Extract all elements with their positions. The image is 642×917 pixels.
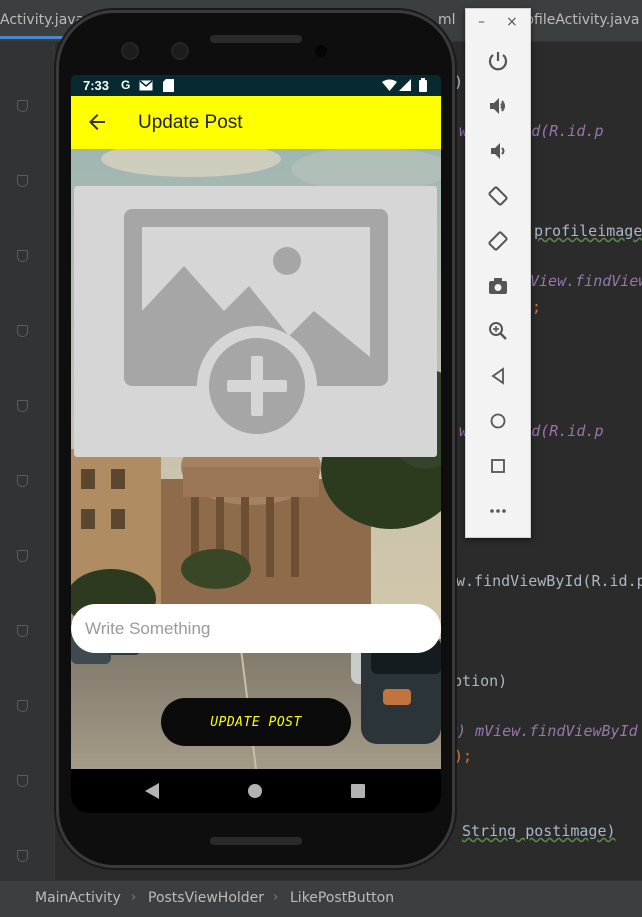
- screenshot-button[interactable]: [486, 274, 510, 298]
- home-button[interactable]: [486, 409, 510, 433]
- nav-back-icon[interactable]: [145, 783, 159, 799]
- breadcrumb: MainActivity › PostsViewHolder › LikePos…: [0, 880, 642, 917]
- fold-marker[interactable]: [17, 175, 28, 187]
- overview-button[interactable]: [486, 454, 510, 478]
- speaker-grille: [210, 35, 302, 43]
- volume-up-button[interactable]: [486, 94, 510, 118]
- code-line[interactable]: w) mView.findViewById: [448, 722, 638, 740]
- code-text: String postimage): [462, 822, 616, 840]
- editor-gutter: [0, 42, 55, 880]
- front-camera: [315, 45, 327, 57]
- tab-profile-activity-java[interactable]: rofileActivity.java: [520, 12, 639, 28]
- code-text: profileimage: [534, 222, 642, 240]
- signal-icon: [399, 79, 411, 91]
- volume-down-icon: [491, 143, 505, 159]
- tab-xml[interactable]: ml: [438, 12, 456, 28]
- system-nav-bar: [71, 769, 441, 813]
- code-line[interactable]: ): [454, 73, 463, 91]
- chevron-right-icon: ›: [273, 890, 279, 905]
- panel-window-controls: – ×: [466, 9, 530, 39]
- wifi-icon: [382, 79, 397, 91]
- rotate-right-button[interactable]: [486, 229, 510, 253]
- google-icon: G: [121, 78, 131, 92]
- fold-marker[interactable]: [17, 250, 28, 262]
- more-icon: [490, 509, 506, 513]
- status-bar: 7:33 G: [71, 75, 441, 96]
- fold-marker[interactable]: [17, 625, 28, 637]
- volume-down-button[interactable]: [486, 139, 510, 163]
- code-text: View.findView: [530, 272, 642, 290]
- image-picker[interactable]: [74, 186, 437, 457]
- background-photo: UPDATE POST: [71, 149, 441, 769]
- code-line[interactable]: View.findView: [530, 272, 642, 290]
- arrow-back-icon[interactable]: [85, 110, 109, 134]
- app-bar: Update Post: [71, 96, 441, 149]
- fold-marker[interactable]: [17, 400, 28, 412]
- code-line[interactable]: ;: [532, 298, 541, 316]
- camera-icon: [489, 278, 507, 294]
- code-line[interactable]: w.findViewById(R.id.p: [456, 572, 642, 590]
- sensor: [171, 42, 189, 60]
- code-line[interactable]: String postimage): [462, 822, 616, 840]
- more-button[interactable]: [486, 499, 510, 523]
- power-icon: [488, 52, 508, 71]
- code-text: ;: [532, 298, 542, 316]
- fold-marker[interactable]: [17, 475, 28, 487]
- add-image-icon: [124, 209, 388, 446]
- breadcrumb-item[interactable]: MainActivity: [35, 890, 121, 906]
- battery-icon: [419, 78, 427, 92]
- device-screen: 7:33 G Update Post Write Something UPDAT…: [71, 75, 441, 813]
- chevron-right-icon: ›: [131, 890, 137, 905]
- overview-icon: [491, 459, 505, 473]
- breadcrumb-item[interactable]: PostsViewHolder: [148, 890, 264, 906]
- update-post-button[interactable]: UPDATE POST: [161, 698, 351, 746]
- nav-overview-icon[interactable]: [351, 784, 365, 798]
- code-text: w) mView.findViewById: [448, 722, 638, 740]
- rotate-right-icon: [488, 231, 508, 251]
- rotate-left-button[interactable]: [486, 184, 510, 208]
- mail-icon: [139, 80, 153, 91]
- back-icon: [491, 367, 504, 385]
- sd-card-icon: [163, 79, 174, 92]
- page-title: Update Post: [138, 112, 243, 133]
- power-button[interactable]: [486, 49, 510, 73]
- home-icon: [490, 413, 506, 429]
- fold-marker[interactable]: [17, 850, 28, 862]
- rotate-left-icon: [488, 186, 508, 206]
- zoom-icon: [489, 322, 507, 340]
- volume-up-icon: [490, 98, 505, 114]
- sensor: [121, 42, 139, 60]
- fold-marker[interactable]: [17, 550, 28, 562]
- code-text: );: [454, 747, 473, 765]
- emulator-toolbar: – ×: [465, 8, 531, 538]
- status-time: 7:33: [83, 78, 110, 93]
- breadcrumb-item[interactable]: LikePostButton: [290, 890, 394, 906]
- fold-marker[interactable]: [17, 100, 28, 112]
- fold-marker[interactable]: [17, 700, 28, 712]
- speaker-grille: [210, 837, 302, 845]
- back-button[interactable]: [486, 364, 510, 388]
- zoom-button[interactable]: [486, 319, 510, 343]
- minimize-button[interactable]: –: [478, 14, 485, 30]
- code-line[interactable]: profileimage: [534, 222, 642, 240]
- code-line[interactable]: );: [454, 747, 472, 765]
- fold-marker[interactable]: [17, 775, 28, 787]
- description-input[interactable]: [71, 604, 441, 653]
- fold-marker[interactable]: [17, 325, 28, 337]
- nav-home-icon[interactable]: [248, 784, 262, 798]
- close-button[interactable]: ×: [506, 14, 518, 30]
